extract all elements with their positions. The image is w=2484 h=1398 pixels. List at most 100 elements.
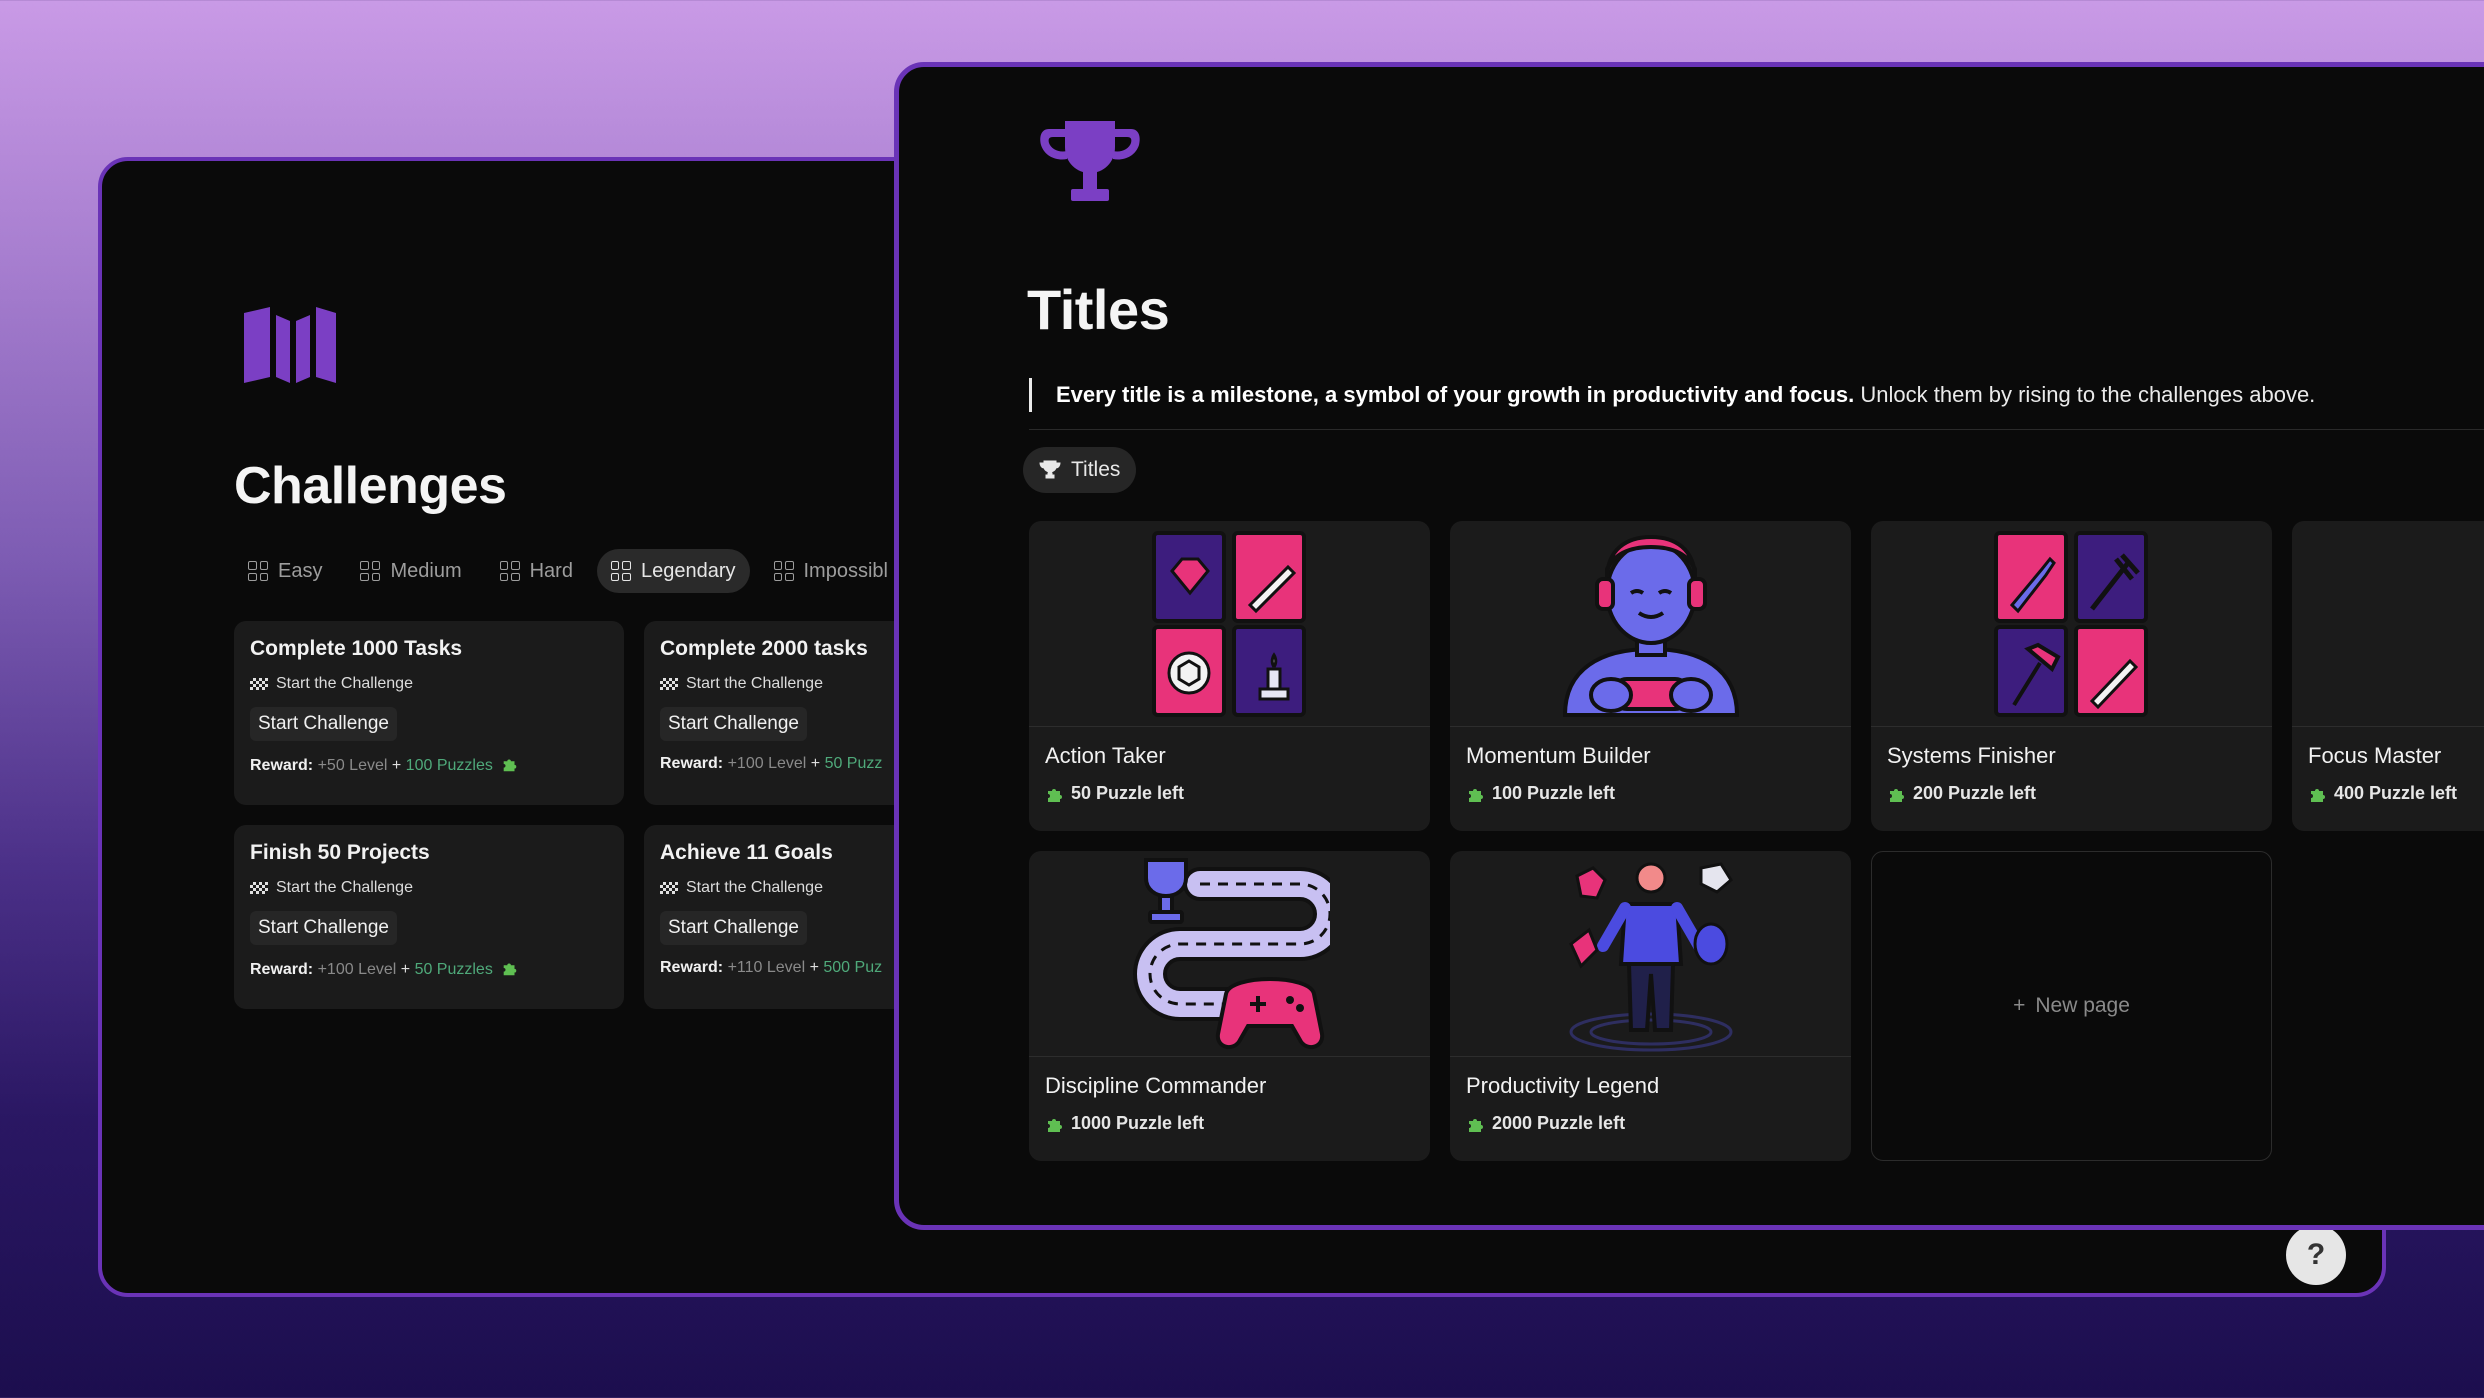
book-logo-icon: [244, 307, 336, 383]
gallery-grid-icon: [773, 561, 794, 581]
tab-hard[interactable]: Hard: [486, 549, 587, 593]
title-card-art: [2292, 521, 2484, 727]
reward-puzzles: 50 Puzzles: [414, 961, 493, 978]
title-card[interactable]: Action Taker 50 Puzzle left: [1029, 521, 1430, 831]
plus-icon: +: [2013, 994, 2026, 1017]
requirement-text: 100 Puzzle left: [1492, 783, 1616, 803]
status-text: Start the Challenge: [276, 675, 413, 692]
reward-label: Reward:: [660, 755, 724, 772]
gallery-grid-icon: [499, 561, 520, 581]
reward-puzzles: 100 Puzzles: [405, 757, 493, 774]
title-requirement: 400 Puzzle left: [2292, 769, 2484, 804]
puzzle-icon: [2311, 788, 2325, 802]
tab-titles[interactable]: Titles: [1023, 447, 1137, 493]
reward-plus: +: [810, 755, 821, 772]
title-card-art: [1029, 851, 1430, 1057]
titles-description: Every title is a milestone, a symbol of …: [1029, 378, 2315, 412]
title-requirement: 100 Puzzle left: [1450, 769, 1851, 804]
reward-level: +110 Level: [727, 959, 806, 976]
puzzle-icon: [1469, 788, 1483, 802]
titles-gallery: Action Taker 50 Puzzle left Momentum Bui…: [1029, 521, 2484, 1161]
new-page-label: New page: [2035, 994, 2130, 1017]
title-name: Focus Master: [2308, 743, 2442, 768]
new-page-button[interactable]: + New page: [1871, 851, 2272, 1161]
title-name: Action Taker: [1045, 743, 1166, 768]
status-text: Start the Challenge: [686, 879, 823, 896]
requirement-text: 1000 Puzzle left: [1071, 1113, 1205, 1133]
reward-puzzles: 500 Puz: [823, 959, 883, 976]
title-card-art: [1450, 851, 1851, 1057]
reward-level: +100 Level: [317, 961, 397, 978]
tab-legendary[interactable]: Legendary: [596, 549, 750, 593]
requirement-text: 2000 Puzzle left: [1492, 1113, 1626, 1133]
challenge-reward: Reward: +50 Level + 100 Puzzles: [250, 755, 608, 775]
challenge-title: Finish 50 Projects: [250, 841, 430, 864]
card-grid-icon: [1151, 530, 1306, 717]
requirement-text: 50 Puzzle left: [1071, 783, 1185, 803]
reward-level: +50 Level: [317, 757, 388, 774]
tab-easy[interactable]: Easy: [234, 549, 336, 593]
tab-impossible[interactable]: Impossibl: [760, 549, 902, 593]
reward-label: Reward:: [660, 959, 724, 976]
title-card-art: [1029, 521, 1430, 727]
checkered-flag-icon: [660, 882, 678, 894]
title-card[interactable]: Discipline Commander 1000 Puzzle left: [1029, 851, 1430, 1161]
gamer-icon: [1562, 534, 1739, 717]
requirement-text: 400 Puzzle left: [2334, 783, 2458, 803]
reward-plus: +: [809, 959, 819, 976]
puzzle-icon: [503, 759, 517, 772]
tab-label: Medium: [390, 559, 462, 582]
title-card[interactable]: Focus Master 400 Puzzle left: [2292, 521, 2484, 831]
gallery-grid-icon: [360, 561, 381, 581]
title-name: Systems Finisher: [1887, 743, 2056, 768]
status-text: Start the Challenge: [276, 879, 413, 896]
reward-plus: +: [391, 757, 402, 774]
trophy-logo-icon: [1040, 121, 1140, 201]
gallery-grid-icon: [610, 561, 631, 581]
reward-puzzles: 50 Puzz: [824, 755, 883, 772]
title-name: Momentum Builder: [1466, 743, 1651, 768]
title-card[interactable]: Momentum Builder 100 Puzzle left: [1450, 521, 1851, 831]
help-button[interactable]: ?: [2286, 1225, 2346, 1285]
tab-label: Legendary: [640, 559, 736, 582]
juggler-icon: [1568, 861, 1733, 1051]
title-card-art: [1871, 521, 2272, 727]
trophy-icon: [1039, 460, 1061, 479]
title-card[interactable]: Systems Finisher 200 Puzzle left: [1871, 521, 2272, 831]
divider: [1029, 429, 2484, 430]
challenge-status: Start the Challenge: [250, 675, 608, 693]
start-challenge-button[interactable]: Start Challenge: [250, 707, 397, 741]
path-trophy-icon: [1132, 857, 1330, 1049]
title-card[interactable]: Productivity Legend 2000 Puzzle left: [1450, 851, 1851, 1161]
checkered-flag-icon: [250, 882, 268, 894]
title-name: Discipline Commander: [1045, 1073, 1267, 1098]
requirement-text: 200 Puzzle left: [1913, 783, 2037, 803]
quote-strong: Every title is a milestone, a symbol of …: [1056, 382, 1855, 407]
reward-level: +100 Level: [727, 755, 807, 772]
titles-heading: Titles: [1027, 278, 1170, 341]
puzzle-icon: [503, 963, 517, 976]
puzzle-icon: [1469, 1118, 1483, 1132]
title-requirement: 2000 Puzzle left: [1450, 1099, 1851, 1134]
challenges-title: Challenges: [234, 457, 507, 515]
title-requirement: 200 Puzzle left: [1871, 769, 2272, 804]
start-challenge-button[interactable]: Start Challenge: [660, 911, 807, 945]
start-challenge-button[interactable]: Start Challenge: [250, 911, 397, 945]
puzzle-icon: [1048, 788, 1062, 802]
gallery-grid-icon: [248, 561, 268, 581]
quote-rest: Unlock them by rising to the challenges …: [1854, 382, 2316, 407]
tab-label: Titles: [1071, 458, 1121, 481]
checkered-flag-icon: [660, 678, 678, 690]
puzzle-icon: [1048, 1118, 1062, 1132]
titles-window: Titles Every title is a milestone, a sym…: [894, 62, 2484, 1230]
challenge-title: Complete 1000 Tasks: [250, 637, 463, 660]
start-challenge-button[interactable]: Start Challenge: [660, 707, 807, 741]
challenge-card[interactable]: Complete 1000 Tasks Start the Challenge …: [234, 621, 624, 805]
tab-medium[interactable]: Medium: [346, 549, 475, 593]
title-requirement: 1000 Puzzle left: [1029, 1099, 1430, 1134]
challenge-reward: Reward: +100 Level + 50 Puzzles: [250, 959, 608, 979]
checkered-flag-icon: [250, 678, 268, 690]
puzzle-icon: [1890, 788, 1904, 802]
challenge-status: Start the Challenge: [250, 879, 608, 897]
challenge-card[interactable]: Finish 50 Projects Start the Challenge S…: [234, 825, 624, 1009]
